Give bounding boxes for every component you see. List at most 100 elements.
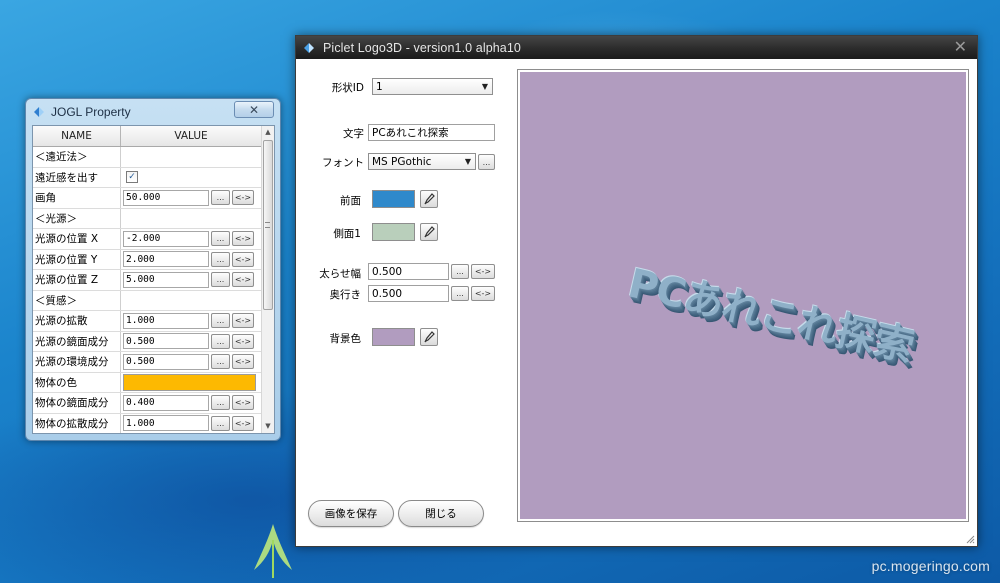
scroll-down-arrow-icon[interactable]: ▼ — [262, 420, 274, 433]
property-value-input[interactable]: 2.000 — [123, 251, 209, 268]
property-arrow-button[interactable]: <-> — [232, 272, 254, 288]
property-dots-button[interactable]: ... — [211, 415, 230, 431]
property-name: ＜光源＞ — [33, 208, 121, 228]
property-arrow-button[interactable]: <-> — [232, 251, 254, 267]
property-name: 光源の位置 Y — [33, 249, 121, 269]
property-row[interactable]: 光源の拡散 1.000... <-> — [33, 311, 262, 332]
property-arrow-button[interactable]: <-> — [232, 354, 254, 370]
property-row[interactable]: 光源の位置 Z 5.000... <-> — [33, 270, 262, 291]
main-window-title: Piclet Logo3D - version1.0 alpha10 — [323, 40, 521, 55]
depth-arrow-button[interactable]: <-> — [471, 286, 495, 301]
property-dots-button[interactable]: ... — [211, 354, 230, 370]
property-dots-button[interactable]: ... — [211, 395, 230, 411]
property-value-cell — [121, 291, 262, 311]
thickness-arrow-button[interactable]: <-> — [471, 264, 495, 279]
main-close-icon[interactable]: ✕ — [954, 38, 967, 56]
property-dots-button[interactable]: ... — [211, 313, 230, 329]
property-name: 遠近感を出す — [33, 167, 121, 187]
background-eyedropper-button[interactable] — [420, 328, 438, 346]
close-button[interactable]: 閉じる — [398, 500, 484, 527]
font-select[interactable]: MS PGothic ▼ — [368, 153, 476, 170]
property-rows: ＜遠近法＞ 遠近感を出す ✓ 画角 50.000... <-> ＜光源＞ 光源の位置 X -2.… — [33, 147, 262, 433]
property-row[interactable]: 物体の色 — [33, 372, 262, 393]
property-dots-button[interactable]: ... — [211, 190, 230, 206]
scroll-up-arrow-icon[interactable]: ▲ — [262, 126, 274, 139]
side-color-label: 側面1 — [333, 228, 361, 240]
shape-id-select[interactable]: 1 ▼ — [372, 78, 493, 95]
property-value-cell: 50.000... <-> — [121, 188, 262, 208]
property-value-input[interactable]: 1.000 — [123, 312, 209, 329]
property-name: 画角 — [33, 188, 121, 208]
property-dots-button[interactable]: ... — [211, 333, 230, 349]
background-color-swatch[interactable] — [372, 328, 415, 346]
property-row[interactable]: 光源の環境成分 0.500... <-> — [33, 352, 262, 373]
property-arrow-button[interactable]: <-> — [232, 313, 254, 329]
piclet-logo3d-window: Piclet Logo3D - version1.0 alpha10 ✕ 形状I… — [295, 35, 978, 547]
property-row[interactable]: 物体の拡散成分 1.000... <-> — [33, 413, 262, 433]
perspective-checkbox[interactable]: ✓ — [126, 171, 138, 184]
chevron-down-icon: ▼ — [464, 157, 471, 166]
main-titlebar[interactable]: Piclet Logo3D - version1.0 alpha10 — [296, 36, 977, 59]
property-value-input[interactable]: 50.000 — [123, 189, 209, 206]
property-table-header: NAME VALUE — [33, 126, 262, 147]
font-label: フォント — [322, 157, 364, 169]
eyedropper-icon — [423, 331, 435, 343]
property-name: 光源の拡散 — [33, 311, 121, 331]
side-eyedropper-button[interactable] — [420, 223, 438, 241]
value-column-header[interactable]: VALUE — [121, 126, 262, 146]
property-arrow-button[interactable]: <-> — [232, 415, 254, 431]
font-browse-button[interactable]: ... — [478, 154, 495, 170]
property-row[interactable]: 画角 50.000... <-> — [33, 188, 262, 209]
shape-id-label: 形状ID — [331, 82, 364, 94]
close-icon: ✕ — [248, 102, 260, 117]
watermark-text: pc.mogeringo.com — [871, 558, 990, 574]
property-panel: NAME VALUE ＜遠近法＞ 遠近感を出す ✓ 画角 50.000... <-> ＜光源… — [32, 125, 275, 434]
depth-input[interactable]: 0.500 — [368, 285, 449, 302]
logo-preview-canvas[interactable]: PCあれこれ探索 — [517, 69, 969, 522]
property-row[interactable]: 物体の鏡面成分 0.400... <-> — [33, 393, 262, 414]
property-arrow-button[interactable]: <-> — [232, 395, 254, 411]
thickness-input[interactable]: 0.500 — [368, 263, 449, 280]
property-scrollbar[interactable]: ▲ ▼ — [261, 126, 274, 433]
property-arrow-button[interactable]: <-> — [232, 333, 254, 349]
property-value-input[interactable]: 0.400 — [123, 394, 209, 411]
property-row[interactable]: 遠近感を出す ✓ — [33, 167, 262, 188]
front-color-label: 前面 — [340, 195, 361, 207]
property-name: 物体の鏡面成分 — [33, 393, 121, 413]
property-section-row[interactable]: ＜光源＞ — [33, 208, 262, 229]
chevron-down-icon: ▼ — [481, 82, 488, 91]
property-row[interactable]: 光源の鏡面成分 0.500... <-> — [33, 331, 262, 352]
property-row[interactable]: 光源の位置 Y 2.000... <-> — [33, 249, 262, 270]
property-arrow-button[interactable]: <-> — [232, 231, 254, 247]
property-dots-button[interactable]: ... — [211, 272, 230, 288]
depth-dots-button[interactable]: ... — [451, 286, 469, 301]
property-value-input[interactable]: -2.000 — [123, 230, 209, 247]
property-section-row[interactable]: ＜遠近法＞ — [33, 147, 262, 168]
side-color-swatch[interactable] — [372, 223, 415, 241]
property-row[interactable]: 光源の位置 X -2.000... <-> — [33, 229, 262, 250]
object-color-swatch[interactable] — [123, 373, 256, 391]
property-value-input[interactable]: 0.500 — [123, 353, 209, 370]
thickness-dots-button[interactable]: ... — [451, 264, 469, 279]
java-app-icon — [304, 42, 314, 53]
front-eyedropper-button[interactable] — [420, 190, 438, 208]
property-value-input[interactable]: 1.000 — [123, 415, 209, 432]
name-column-header[interactable]: NAME — [33, 126, 121, 146]
resize-grip-icon[interactable] — [965, 534, 975, 544]
save-image-button[interactable]: 画像を保存 — [308, 500, 394, 527]
eyedropper-icon — [423, 193, 435, 205]
property-section-row[interactable]: ＜質感＞ — [33, 290, 262, 311]
text-input[interactable]: PCあれこれ探索 — [368, 124, 495, 141]
jogl-close-button[interactable]: ✕ — [234, 101, 274, 118]
property-name: 光源の位置 X — [33, 229, 121, 249]
front-color-swatch[interactable] — [372, 190, 415, 208]
property-value-input[interactable]: 0.500 — [123, 333, 209, 350]
main-client-area: 形状ID 1 ▼ 文字 PCあれこれ探索 フォント MS PGothic ▼ .… — [296, 59, 977, 546]
property-dots-button[interactable]: ... — [211, 231, 230, 247]
property-arrow-button[interactable]: <-> — [232, 190, 254, 206]
property-value-cell: 0.500... <-> — [121, 332, 262, 352]
thickness-label: 太らせ幅 — [319, 268, 361, 280]
property-value-input[interactable]: 5.000 — [123, 271, 209, 288]
property-dots-button[interactable]: ... — [211, 251, 230, 267]
scrollbar-grip-icon — [265, 222, 270, 228]
